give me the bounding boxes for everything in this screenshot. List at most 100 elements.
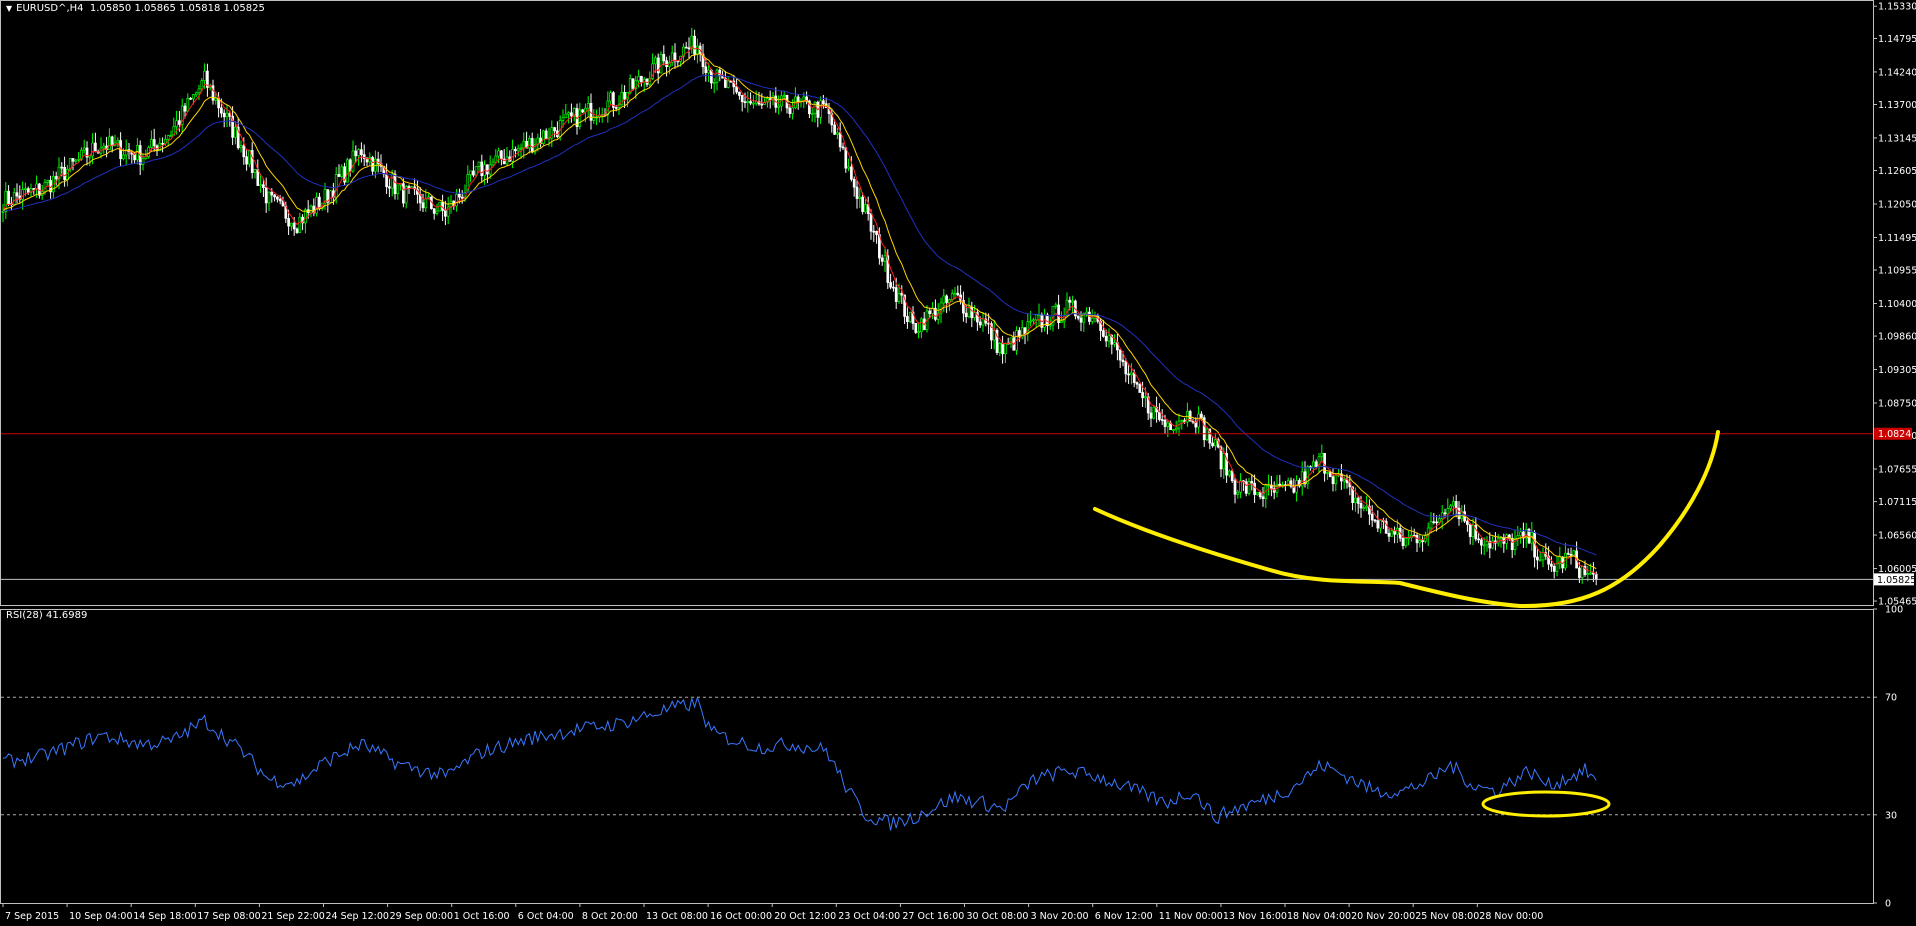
- candle: [1127, 363, 1130, 384]
- candle-body: [858, 196, 862, 199]
- candle: [396, 184, 400, 200]
- candle-body: [1247, 481, 1251, 494]
- candle: [29, 183, 33, 198]
- price-tick-label: 1.08750: [1878, 398, 1916, 409]
- trading-chart[interactable]: 1.15330 1.14795 1.14240 1.13700 1.13145 1.126…: [0, 0, 1916, 926]
- candle-body: [1480, 539, 1483, 546]
- rsi-header: RSI(28) 41.6989: [6, 610, 87, 621]
- candle-body: [1477, 538, 1480, 541]
- candle-body: [304, 209, 307, 224]
- time-tick-label: 14 Sep 18:00: [133, 911, 196, 922]
- candle: [1460, 505, 1464, 523]
- candle: [1205, 427, 1209, 442]
- candle-body: [1071, 300, 1074, 303]
- candle-body: [981, 318, 985, 326]
- candle-body: [1454, 501, 1458, 509]
- candle: [486, 164, 489, 184]
- candle: [1186, 402, 1189, 427]
- candle: [659, 51, 663, 74]
- candle-body: [1158, 411, 1161, 420]
- candle-body: [1331, 476, 1335, 485]
- rsi-tick-label: 100: [1885, 605, 1903, 616]
- candle-body: [1152, 406, 1156, 419]
- candle-body: [480, 161, 484, 177]
- candle: [889, 273, 892, 290]
- candle-body: [1432, 521, 1436, 524]
- candle: [85, 141, 89, 166]
- candle-body: [973, 312, 976, 319]
- candle: [1116, 334, 1119, 361]
- candle-body: [197, 88, 201, 94]
- candle: [998, 342, 1002, 357]
- candle-body: [1141, 392, 1144, 399]
- candle: [54, 171, 58, 186]
- candle: [1320, 444, 1324, 462]
- candle: [1256, 492, 1259, 496]
- candle-body: [1379, 520, 1382, 529]
- candle: [194, 91, 198, 98]
- candle-body: [1499, 537, 1503, 540]
- candle-body: [782, 94, 786, 97]
- price-tick-label: 1.06005: [1878, 564, 1916, 575]
- candle-body: [788, 107, 792, 114]
- candle-body: [768, 98, 772, 101]
- candle-body: [1370, 513, 1374, 521]
- price-tick-label: 1.07115: [1878, 497, 1916, 508]
- candle-body: [889, 282, 892, 288]
- candle: [542, 129, 545, 146]
- candle-body: [1443, 512, 1447, 515]
- candle: [116, 137, 120, 148]
- candle: [172, 117, 176, 136]
- time-tick-label: 8 Oct 20:00: [582, 911, 638, 922]
- time-tick-label: 17 Sep 08:00: [197, 911, 260, 922]
- candle: [1250, 474, 1254, 491]
- candle-body: [1163, 419, 1167, 427]
- candle: [1555, 556, 1559, 577]
- candle: [1432, 512, 1436, 525]
- candle-body: [348, 159, 352, 172]
- time-tick-label: 24 Sep 12:00: [326, 911, 389, 922]
- candle: [1370, 505, 1374, 527]
- candle: [348, 158, 352, 177]
- candle: [690, 27, 694, 54]
- candle: [505, 147, 509, 167]
- candle-body: [435, 210, 439, 214]
- candle: [1505, 533, 1508, 550]
- candle: [138, 140, 142, 176]
- candle-body: [194, 92, 198, 95]
- candle: [864, 199, 867, 214]
- candle: [782, 91, 786, 100]
- candle: [1564, 542, 1567, 571]
- candle: [539, 128, 542, 148]
- candle: [1281, 481, 1284, 489]
- candle-body: [474, 166, 478, 176]
- candle: [1337, 468, 1340, 478]
- candle: [875, 230, 878, 244]
- candle-body: [494, 155, 498, 163]
- candles: [1, 27, 1598, 586]
- rsi-tick-label: 70: [1885, 693, 1897, 704]
- candle: [1446, 498, 1450, 523]
- candle: [1401, 529, 1405, 550]
- candle-body: [1149, 412, 1153, 419]
- candle: [15, 183, 19, 204]
- candle: [550, 120, 554, 148]
- ma-mid-line: [2, 53, 1597, 570]
- candle: [1468, 522, 1472, 545]
- dropdown-arrow-icon[interactable]: ▼: [6, 4, 12, 13]
- candle: [1239, 473, 1242, 499]
- candle-body: [1586, 573, 1590, 575]
- candle: [1300, 461, 1304, 496]
- candle-body: [1328, 472, 1332, 478]
- candle: [1236, 489, 1240, 499]
- candle: [838, 122, 842, 152]
- candle-body: [94, 142, 97, 152]
- candle-body: [631, 78, 635, 89]
- candle: [740, 94, 744, 112]
- candle-body: [712, 81, 716, 84]
- candle: [1331, 467, 1335, 492]
- candle: [273, 194, 276, 202]
- candle-body: [1342, 479, 1346, 482]
- candle-body: [833, 124, 836, 135]
- candle: [1244, 478, 1248, 497]
